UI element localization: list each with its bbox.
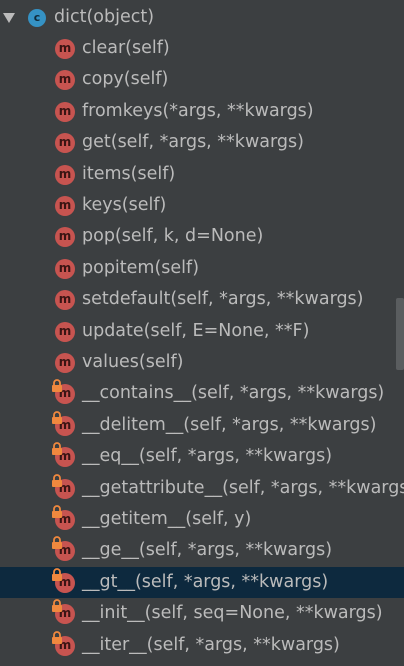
chevron-down-icon[interactable] xyxy=(3,13,15,23)
tree-item-label: popitem(self) xyxy=(82,257,200,278)
tree-item-label: __ge__(self, *args, **kwargs) xyxy=(82,540,333,561)
tree-item-method[interactable]: m get(self, *args, **kwargs) xyxy=(0,127,404,158)
tree-item-method[interactable]: m fromkeys(*args, **kwargs) xyxy=(0,96,404,127)
tree-item-method[interactable]: m __gt__(self, *args, **kwargs) xyxy=(0,566,404,598)
method-icon: m xyxy=(55,290,75,311)
method-icon: m xyxy=(55,353,75,373)
tree-item-method[interactable]: m __contains__(self, *args, **kwargs) xyxy=(0,378,404,409)
method-icon: m xyxy=(55,321,75,342)
tree-item-method[interactable]: m update(self, E=None, **F) xyxy=(0,316,404,347)
tree-item-label: keys(self) xyxy=(82,195,167,215)
tree-item-label: get(self, *args, **kwargs) xyxy=(82,132,304,153)
lock-icon xyxy=(52,567,62,581)
method-icon: m xyxy=(55,227,75,248)
tree-item-method[interactable]: m __delitem__(self, *args, **kwargs) xyxy=(0,410,404,441)
tree-item-label: update(self, E=None, **F) xyxy=(82,320,310,341)
lock-icon xyxy=(52,473,62,487)
tree-item-label: __delitem__(self, *args, **kwargs) xyxy=(82,414,377,435)
tree-item-label: copy(self) xyxy=(82,69,169,90)
tree-item-method[interactable]: m values(self) xyxy=(0,347,404,378)
method-icon: m xyxy=(55,164,75,185)
tree-item-label: values(self) xyxy=(82,352,184,372)
tree-item-method[interactable]: m items(self) xyxy=(0,159,404,190)
tree-item-label: __getattribute__(self, *args, **kwargs) xyxy=(82,477,404,498)
tree-root-dict[interactable]: c dict(object) xyxy=(0,2,404,33)
tree-item-method[interactable]: m clear(self) xyxy=(0,33,404,64)
tree-item-method[interactable]: m __ge__(self, *args, **kwargs) xyxy=(0,535,404,566)
tree-item-label: __gt__(self, *args, **kwargs) xyxy=(82,571,329,592)
class-icon: c xyxy=(28,9,46,27)
tree-item-method[interactable]: m keys(self) xyxy=(0,190,404,221)
lock-icon xyxy=(52,630,62,644)
tree-item-method[interactable]: m copy(self) xyxy=(0,64,404,95)
tree-item-label: __eq__(self, *args, **kwargs) xyxy=(82,446,333,467)
lock-icon xyxy=(52,505,62,518)
tree-item-label: setdefault(self, *args, **kwargs) xyxy=(82,289,364,310)
method-icon: m xyxy=(55,196,75,216)
tree-item-label: __contains__(self, *args, **kwargs) xyxy=(82,383,385,404)
method-icon: m xyxy=(55,133,75,154)
lock-icon xyxy=(52,410,62,424)
method-icon: m xyxy=(55,101,75,122)
lock-icon xyxy=(52,442,62,456)
method-icon: m xyxy=(55,39,75,59)
tree-item-method[interactable]: m popitem(self) xyxy=(0,253,404,284)
tree-item-label: __init__(self, seq=None, **kwargs) xyxy=(82,603,383,624)
lock-icon xyxy=(52,599,62,613)
lock-icon xyxy=(52,536,62,550)
tree-item-method[interactable]: m pop(self, k, d=None) xyxy=(0,221,404,252)
tree-item-label: clear(self) xyxy=(82,38,170,58)
tree-item-label: fromkeys(*args, **kwargs) xyxy=(82,100,314,121)
lock-icon xyxy=(52,379,62,393)
tree-item-method[interactable]: m __iter__(self, *args, **kwargs) xyxy=(0,630,404,661)
method-icon: m xyxy=(55,70,75,91)
tree-item-method[interactable]: m __init__(self, seq=None, **kwargs) xyxy=(0,598,404,629)
tree-item-method[interactable]: m __getattribute__(self, *args, **kwargs) xyxy=(0,473,404,504)
tree-item-label: items(self) xyxy=(82,163,176,184)
structure-tree: c dict(object) m clear(self) m copy(self) m f… xyxy=(0,0,404,666)
tree-root-label: dict(object) xyxy=(54,7,155,27)
tree-item-method[interactable]: m setdefault(self, *args, **kwargs) xyxy=(0,284,404,315)
tree-item-label: pop(self, k, d=None) xyxy=(82,226,264,247)
tree-item-method[interactable]: m __getitem__(self, y) xyxy=(0,504,404,535)
method-icon: m xyxy=(55,258,75,279)
tree-item-label: __iter__(self, *args, **kwargs) xyxy=(82,634,340,655)
vertical-scrollbar-thumb[interactable] xyxy=(396,298,404,370)
tree-item-method[interactable]: m __eq__(self, *args, **kwargs) xyxy=(0,441,404,472)
tree-item-label: __getitem__(self, y) xyxy=(82,509,252,529)
